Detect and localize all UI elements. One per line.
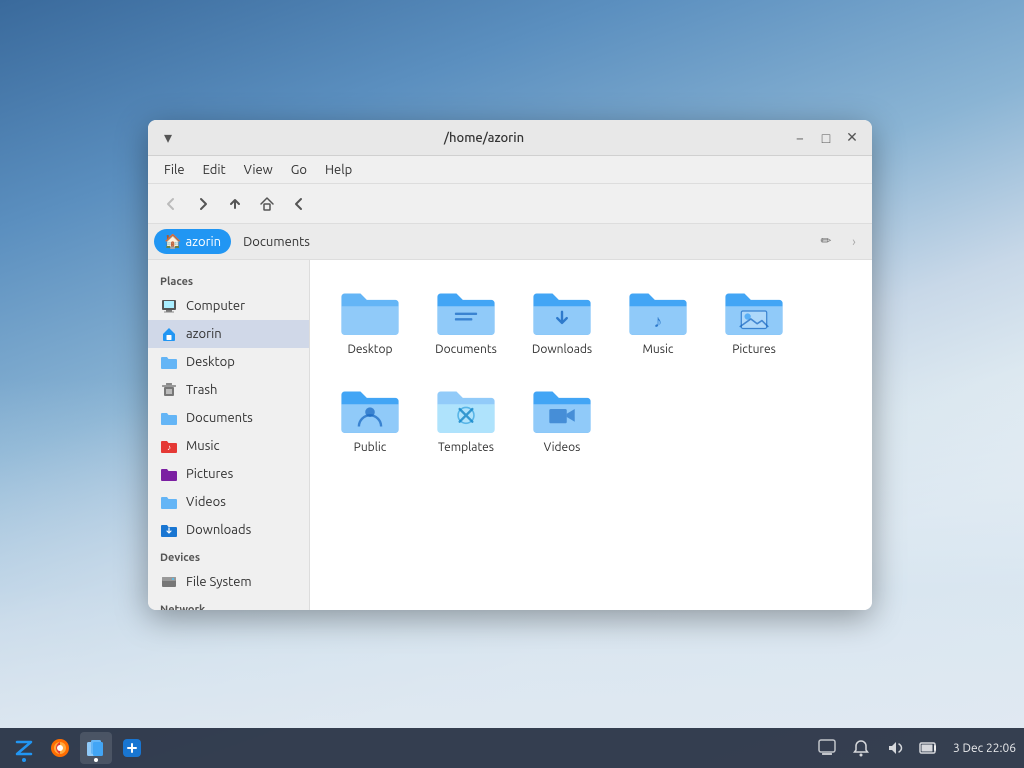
home-button[interactable] bbox=[252, 190, 282, 218]
devices-section-label: Devices bbox=[148, 544, 309, 568]
file-manager-window: ▾ /home/azorin − □ ✕ File Edit View Go H… bbox=[148, 120, 872, 610]
public-folder-label: Public bbox=[354, 440, 387, 456]
taskbar: 3 Dec 22:06 bbox=[0, 728, 1024, 768]
pictures-folder-label: Pictures bbox=[732, 342, 776, 358]
sidebar-azorin-label: azorin bbox=[186, 327, 222, 341]
documents-folder-icon bbox=[160, 409, 178, 427]
trash-icon bbox=[160, 381, 178, 399]
folder-music[interactable]: ♪ Music bbox=[614, 276, 702, 366]
filesystem-icon bbox=[160, 573, 178, 591]
svg-text:♪: ♪ bbox=[654, 312, 663, 331]
desktop-folder-icon bbox=[160, 353, 178, 371]
sidebar-item-documents[interactable]: Documents bbox=[148, 404, 309, 432]
taskbar-volume-button[interactable] bbox=[881, 734, 909, 762]
breadcrumb-edit-button[interactable]: ✏ bbox=[812, 228, 840, 256]
minimize-button[interactable]: − bbox=[790, 128, 810, 148]
folder-desktop[interactable]: Desktop bbox=[326, 276, 414, 366]
sidebar-desktop-label: Desktop bbox=[186, 355, 235, 369]
documents-folder-label: Documents bbox=[435, 342, 497, 358]
sidebar-music-label: Music bbox=[186, 439, 220, 453]
toolbar bbox=[148, 184, 872, 224]
sidebar-trash-label: Trash bbox=[186, 383, 217, 397]
folder-documents[interactable]: Documents bbox=[422, 276, 510, 366]
sidebar-documents-label: Documents bbox=[186, 411, 253, 425]
sidebar-item-pictures[interactable]: Pictures bbox=[148, 460, 309, 488]
taskbar-left bbox=[8, 732, 813, 764]
sidebar-pictures-label: Pictures bbox=[186, 467, 233, 481]
sidebar-item-trash[interactable]: Trash bbox=[148, 376, 309, 404]
svg-text:♪: ♪ bbox=[167, 443, 171, 452]
sidebar-item-filesystem[interactable]: File System bbox=[148, 568, 309, 596]
close-button[interactable]: ✕ bbox=[842, 128, 862, 148]
music-folder-label: Music bbox=[643, 342, 674, 358]
desktop-folder-label: Desktop bbox=[347, 342, 392, 358]
places-section-label: Places bbox=[148, 268, 309, 292]
menu-help[interactable]: Help bbox=[317, 160, 360, 180]
music-folder-icon: ♪ bbox=[160, 437, 178, 455]
pictures-folder-icon bbox=[160, 465, 178, 483]
breadcrumb-next-button[interactable]: › bbox=[842, 228, 866, 256]
sidebar: Places Computer azorin Desktop bbox=[148, 260, 310, 610]
titlebar-controls: − □ ✕ bbox=[790, 128, 862, 148]
folder-templates[interactable]: Templates bbox=[422, 374, 510, 464]
files-active-indicator bbox=[94, 758, 98, 762]
taskbar-firefox-button[interactable] bbox=[44, 732, 76, 764]
folder-public[interactable]: Public bbox=[326, 374, 414, 464]
prev-path-button[interactable] bbox=[284, 190, 314, 218]
computer-icon bbox=[160, 297, 178, 315]
sidebar-item-azorin[interactable]: azorin bbox=[148, 320, 309, 348]
taskbar-notifications-button[interactable] bbox=[847, 734, 875, 762]
maximize-button[interactable]: □ bbox=[816, 128, 836, 148]
sidebar-downloads-label: Downloads bbox=[186, 523, 251, 537]
up-button[interactable] bbox=[220, 190, 250, 218]
menu-go[interactable]: Go bbox=[283, 160, 315, 180]
content-area: Places Computer azorin Desktop bbox=[148, 260, 872, 610]
breadcrumb-documents[interactable]: Documents bbox=[233, 231, 320, 253]
taskbar-battery-button[interactable] bbox=[915, 734, 943, 762]
titlebar: ▾ /home/azorin − □ ✕ bbox=[148, 120, 872, 156]
breadcrumb-home[interactable]: 🏠 azorin bbox=[154, 229, 231, 254]
downloads-folder-icon bbox=[160, 521, 178, 539]
taskbar-software-button[interactable] bbox=[116, 732, 148, 764]
sidebar-item-music[interactable]: ♪ Music bbox=[148, 432, 309, 460]
taskbar-files-button[interactable] bbox=[80, 732, 112, 764]
network-section-label: Network bbox=[148, 596, 309, 610]
breadcrumb-documents-label: Documents bbox=[243, 235, 310, 249]
folder-videos[interactable]: Videos bbox=[518, 374, 606, 464]
videos-folder-icon bbox=[160, 493, 178, 511]
sidebar-videos-label: Videos bbox=[186, 495, 226, 509]
window-title: /home/azorin bbox=[178, 131, 790, 145]
menu-file[interactable]: File bbox=[156, 160, 193, 180]
taskbar-zorin-button[interactable] bbox=[8, 732, 40, 764]
taskbar-time: 3 Dec 22:06 bbox=[949, 742, 1016, 755]
sidebar-item-desktop[interactable]: Desktop bbox=[148, 348, 309, 376]
breadcrumb-bar: 🏠 azorin Documents ✏ › bbox=[148, 224, 872, 260]
menubar: File Edit View Go Help bbox=[148, 156, 872, 184]
titlebar-menu-icon[interactable]: ▾ bbox=[158, 128, 178, 148]
templates-folder-label: Templates bbox=[438, 440, 494, 456]
videos-folder-label: Videos bbox=[544, 440, 581, 456]
sidebar-item-downloads[interactable]: Downloads bbox=[148, 516, 309, 544]
folder-pictures[interactable]: Pictures bbox=[710, 276, 798, 366]
folder-downloads[interactable]: Downloads bbox=[518, 276, 606, 366]
breadcrumb-home-label: azorin bbox=[185, 235, 221, 249]
downloads-folder-label: Downloads bbox=[532, 342, 592, 358]
menu-edit[interactable]: Edit bbox=[195, 160, 234, 180]
sidebar-filesystem-label: File System bbox=[186, 575, 252, 589]
sidebar-computer-label: Computer bbox=[186, 299, 245, 313]
forward-button[interactable] bbox=[188, 190, 218, 218]
back-button[interactable] bbox=[156, 190, 186, 218]
taskbar-desktop-button[interactable] bbox=[813, 734, 841, 762]
zorin-active-indicator bbox=[22, 758, 26, 762]
sidebar-item-videos[interactable]: Videos bbox=[148, 488, 309, 516]
menu-view[interactable]: View bbox=[236, 160, 281, 180]
sidebar-item-computer[interactable]: Computer bbox=[148, 292, 309, 320]
home-icon: 🏠 bbox=[164, 233, 181, 250]
taskbar-right: 3 Dec 22:06 bbox=[813, 734, 1016, 762]
azorin-home-icon bbox=[160, 325, 178, 343]
file-grid: Desktop Documents Downloads bbox=[310, 260, 872, 610]
